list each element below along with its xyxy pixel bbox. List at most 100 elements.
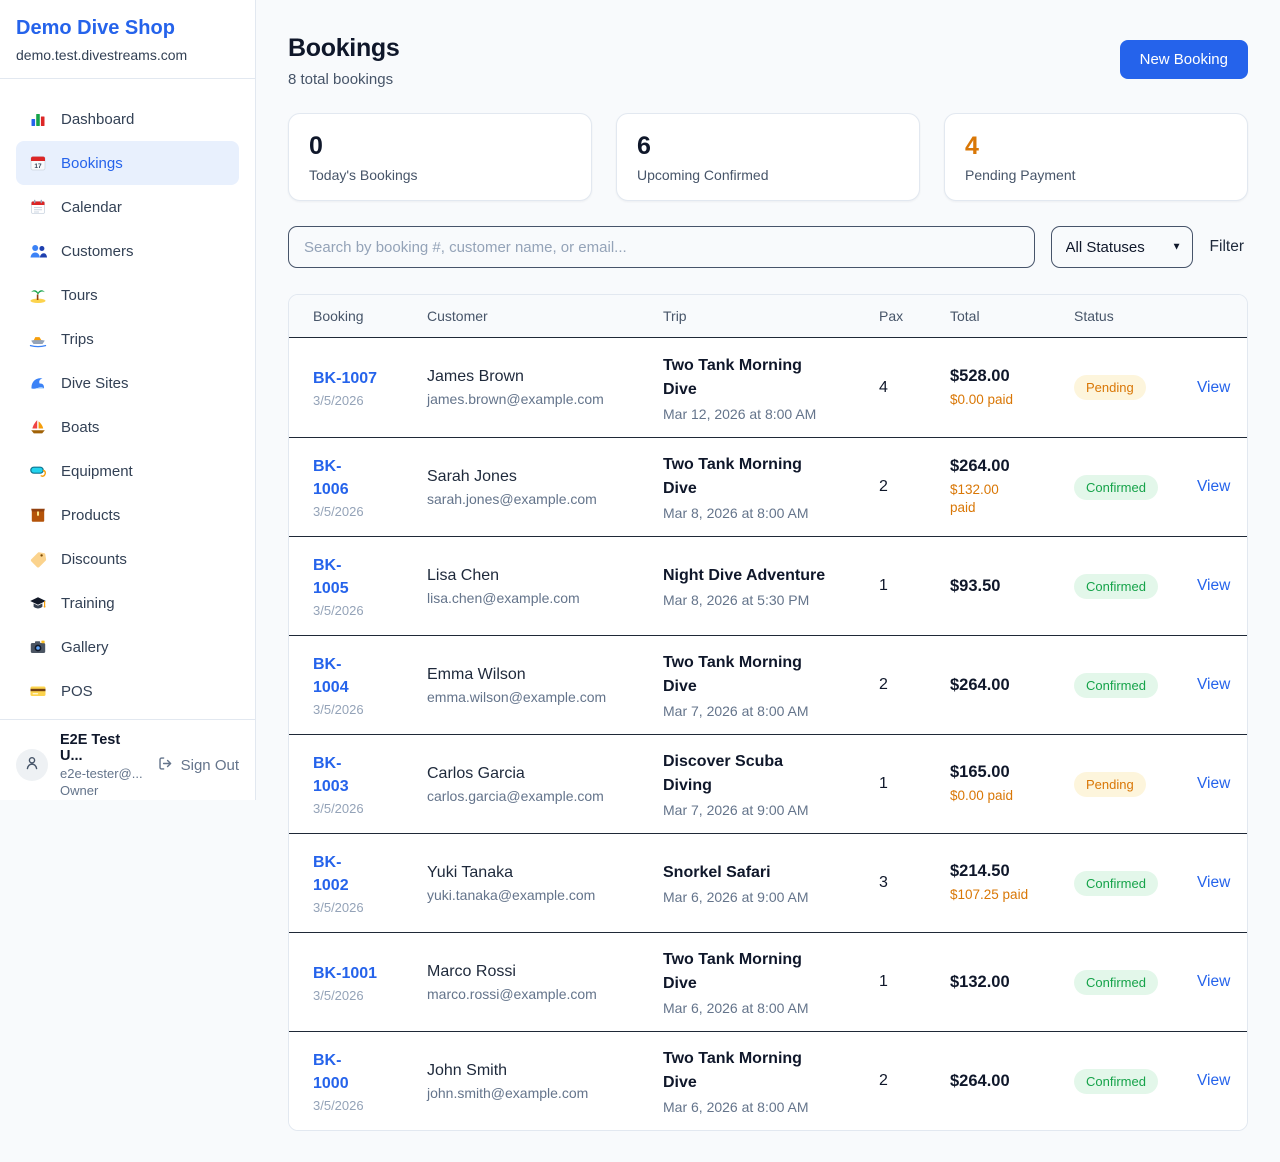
- table-row: BK-1003 3/5/2026 Carlos Garcia carlos.ga…: [289, 734, 1247, 833]
- stats-row: 0 Today's Bookings 6 Upcoming Confirmed …: [288, 113, 1248, 201]
- sidebar-item-discounts[interactable]: Discounts: [16, 537, 239, 581]
- booking-id-link[interactable]: BK-1004: [313, 653, 349, 699]
- spiral-calendar-icon: [29, 198, 47, 216]
- paid-amount: $132.00paid: [950, 481, 1058, 517]
- sidebar-item-dashboard[interactable]: Dashboard: [16, 97, 239, 141]
- customer-name: Sarah Jones: [427, 468, 647, 486]
- stat-card-pending-payment: 4 Pending Payment: [944, 113, 1248, 201]
- customer-email: lisa.chen@example.com: [427, 590, 647, 606]
- sidebar-item-label: Tours: [61, 287, 98, 304]
- view-link[interactable]: View: [1197, 577, 1230, 594]
- view-link[interactable]: View: [1197, 973, 1230, 990]
- trip-datetime: Mar 8, 2026 at 5:30 PM: [663, 592, 863, 608]
- sidebar-item-label: Calendar: [61, 199, 122, 216]
- people-icon: [29, 242, 47, 260]
- column-header-customer: Customer: [427, 308, 663, 324]
- sidebar-item-label: POS: [61, 683, 93, 700]
- search-input[interactable]: [288, 226, 1035, 268]
- status-badge: Confirmed: [1074, 475, 1158, 500]
- booking-id-link[interactable]: BK-1002: [313, 851, 349, 897]
- sidebar: Demo Dive Shop demo.test.divestreams.com…: [0, 0, 256, 800]
- user-email: e2e-tester@...: [60, 766, 145, 781]
- view-link[interactable]: View: [1197, 775, 1230, 792]
- trip-name: Discover ScubaDiving: [663, 750, 863, 798]
- credit-card-icon: [29, 682, 47, 700]
- pax-count: 1: [879, 577, 950, 595]
- trip-datetime: Mar 12, 2026 at 8:00 AM: [663, 406, 863, 422]
- sidebar-item-label: Customers: [61, 243, 134, 260]
- new-booking-button[interactable]: New Booking: [1120, 40, 1248, 79]
- bar-chart-icon: [29, 110, 47, 128]
- status-filter-wrap: All Statuses ▼: [1051, 226, 1193, 268]
- trip-datetime: Mar 6, 2026 at 8:00 AM: [663, 1000, 863, 1016]
- pax-count: 3: [879, 874, 950, 892]
- total-amount: $264.00: [950, 676, 1058, 695]
- customer-name: James Brown: [427, 368, 647, 386]
- sidebar-item-calendar[interactable]: Calendar: [16, 185, 239, 229]
- sidebar-item-bookings[interactable]: 17 Bookings: [16, 141, 239, 185]
- booking-id-link[interactable]: BK-1003: [313, 752, 349, 798]
- customer-name: Emma Wilson: [427, 666, 647, 684]
- status-badge: Confirmed: [1074, 673, 1158, 698]
- speedboat-icon: [29, 330, 47, 348]
- status-badge: Confirmed: [1074, 871, 1158, 896]
- sidebar-item-label: Dive Sites: [61, 375, 129, 392]
- pax-count: 1: [879, 775, 950, 793]
- sidebar-item-trips[interactable]: Trips: [16, 317, 239, 361]
- booking-id-link[interactable]: BK-1006: [313, 455, 349, 501]
- sign-out-label: Sign Out: [181, 757, 239, 774]
- booking-id-link[interactable]: BK-1007: [313, 367, 377, 390]
- booking-id-link[interactable]: BK-1001: [313, 962, 377, 985]
- column-header-booking: Booking: [313, 308, 427, 324]
- booking-date: 3/5/2026: [313, 1098, 411, 1113]
- graduation-cap-icon: [29, 594, 47, 612]
- stat-label: Upcoming Confirmed: [637, 167, 899, 183]
- trip-name: Two Tank MorningDive: [663, 948, 863, 996]
- sign-out-button[interactable]: Sign Out: [157, 755, 239, 776]
- user-footer: E2E Test U... e2e-tester@... Owner Sign …: [0, 719, 255, 812]
- sidebar-item-pos[interactable]: POS: [16, 669, 239, 713]
- brand-name: Demo Dive Shop: [16, 17, 239, 40]
- sidebar-item-customers[interactable]: Customers: [16, 229, 239, 273]
- customer-email: john.smith@example.com: [427, 1085, 647, 1101]
- customer-email: marco.rossi@example.com: [427, 986, 647, 1002]
- filter-button[interactable]: Filter: [1210, 238, 1244, 256]
- customer-name: Carlos Garcia: [427, 765, 647, 783]
- booking-date: 3/5/2026: [313, 988, 411, 1003]
- sidebar-item-gallery[interactable]: Gallery: [16, 625, 239, 669]
- sidebar-nav: Dashboard 17 Bookings Calendar Customers…: [0, 79, 255, 713]
- total-amount: $165.00: [950, 763, 1058, 782]
- view-link[interactable]: View: [1197, 874, 1230, 891]
- view-link[interactable]: View: [1197, 478, 1230, 495]
- sidebar-item-training[interactable]: Training: [16, 581, 239, 625]
- camera-icon: [29, 638, 47, 656]
- trip-datetime: Mar 6, 2026 at 9:00 AM: [663, 889, 863, 905]
- user-name: E2E Test U...: [60, 732, 145, 764]
- sidebar-item-products[interactable]: Products: [16, 493, 239, 537]
- stat-value: 4: [965, 131, 1227, 162]
- booking-id-link[interactable]: BK-1000: [313, 1049, 349, 1095]
- sidebar-item-tours[interactable]: Tours: [16, 273, 239, 317]
- booking-date: 3/5/2026: [313, 900, 411, 915]
- table-body: BK-1007 3/5/2026 James Brown james.brown…: [289, 338, 1247, 1130]
- sidebar-item-dive-sites[interactable]: Dive Sites: [16, 361, 239, 405]
- view-link[interactable]: View: [1197, 676, 1230, 693]
- status-badge: Confirmed: [1074, 970, 1158, 995]
- page-title: Bookings: [288, 34, 400, 63]
- trip-name: Two Tank MorningDive: [663, 354, 863, 402]
- status-badge: Pending: [1074, 375, 1146, 400]
- total-amount: $528.00: [950, 367, 1058, 386]
- sidebar-item-equipment[interactable]: Equipment: [16, 449, 239, 493]
- trip-datetime: Mar 7, 2026 at 8:00 AM: [663, 703, 863, 719]
- view-link[interactable]: View: [1197, 379, 1230, 396]
- status-filter-select[interactable]: All Statuses: [1051, 226, 1193, 268]
- view-link[interactable]: View: [1197, 1072, 1230, 1089]
- status-badge: Confirmed: [1074, 574, 1158, 599]
- table-row: BK-1005 3/5/2026 Lisa Chen lisa.chen@exa…: [289, 536, 1247, 635]
- booking-id-link[interactable]: BK-1005: [313, 554, 349, 600]
- customer-email: yuki.tanaka@example.com: [427, 887, 647, 903]
- sidebar-item-boats[interactable]: Boats: [16, 405, 239, 449]
- total-amount: $132.00: [950, 973, 1058, 992]
- brand-domain: demo.test.divestreams.com: [16, 47, 239, 63]
- status-badge: Pending: [1074, 772, 1146, 797]
